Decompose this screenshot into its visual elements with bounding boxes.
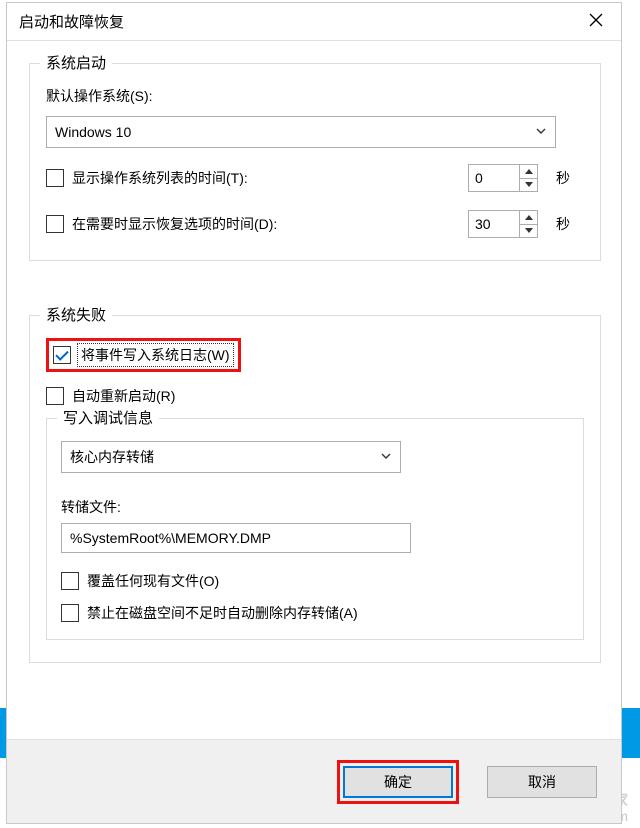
system-startup-group: 系统启动 默认操作系统(S): Windows 10 显示操作系统列表的时间(T… [29, 63, 601, 261]
chevron-down-icon [380, 449, 392, 465]
debug-info-legend: 写入调试信息 [57, 407, 159, 428]
spin-down-icon[interactable] [520, 179, 537, 192]
show-os-list-seconds-input[interactable] [469, 165, 519, 191]
seconds-unit: 秒 [556, 214, 584, 234]
show-recovery-checkbox[interactable] [46, 215, 64, 233]
close-button[interactable] [571, 3, 621, 40]
window-title: 启动和故障恢复 [19, 11, 571, 32]
auto-restart-checkbox[interactable] [46, 387, 64, 405]
write-event-highlight: 将事件写入系统日志(W) [46, 338, 241, 372]
show-os-list-seconds-spinbox[interactable] [468, 164, 538, 192]
dialog-footer: 确定 取消 [7, 739, 621, 823]
show-os-list-label: 显示操作系统列表的时间(T): [72, 168, 248, 188]
startup-recovery-dialog: 启动和故障恢复 系统启动 默认操作系统(S): Windows 10 显示操作系… [6, 2, 622, 824]
overwrite-label: 覆盖任何现有文件(O) [87, 571, 219, 591]
dump-file-input[interactable] [61, 523, 411, 553]
ok-button-highlight: 确定 [337, 760, 459, 804]
show-os-list-checkbox[interactable] [46, 169, 64, 187]
close-icon [589, 13, 603, 30]
debug-info-group: 写入调试信息 核心内存转储 转储文件: 覆盖任何现有文件(O) [46, 418, 584, 640]
dump-file-label: 转储文件: [61, 499, 121, 515]
write-event-label: 将事件写入系统日志(W) [77, 343, 234, 367]
system-failure-group: 系统失败 将事件写入系统日志(W) 自动重新启动(R) 写入调试信息 核心内存转… [29, 315, 601, 663]
disable-autodelete-label: 禁止在磁盘空间不足时自动删除内存转储(A) [87, 603, 358, 623]
dump-type-value: 核心内存转储 [70, 447, 154, 467]
show-recovery-label: 在需要时显示恢复选项的时间(D): [72, 214, 277, 234]
disable-autodelete-checkbox[interactable] [61, 604, 79, 622]
spin-up-icon[interactable] [520, 165, 537, 179]
spin-up-icon[interactable] [520, 211, 537, 225]
auto-restart-label: 自动重新启动(R) [72, 386, 175, 406]
chevron-down-icon [535, 124, 547, 140]
overwrite-checkbox[interactable] [61, 572, 79, 590]
default-os-label: 默认操作系统(S): [46, 86, 153, 106]
spin-down-icon[interactable] [520, 225, 537, 238]
write-event-checkbox[interactable] [53, 346, 71, 364]
seconds-unit: 秒 [556, 168, 584, 188]
show-recovery-seconds-input[interactable] [469, 211, 519, 237]
system-failure-legend: 系统失败 [40, 304, 112, 325]
dump-type-select[interactable]: 核心内存转储 [61, 441, 401, 473]
system-startup-legend: 系统启动 [40, 52, 112, 73]
default-os-value: Windows 10 [55, 124, 131, 140]
show-recovery-seconds-spinbox[interactable] [468, 210, 538, 238]
default-os-select[interactable]: Windows 10 [46, 116, 556, 148]
titlebar: 启动和故障恢复 [7, 3, 621, 41]
ok-button[interactable]: 确定 [343, 766, 453, 798]
cancel-button[interactable]: 取消 [487, 766, 597, 798]
